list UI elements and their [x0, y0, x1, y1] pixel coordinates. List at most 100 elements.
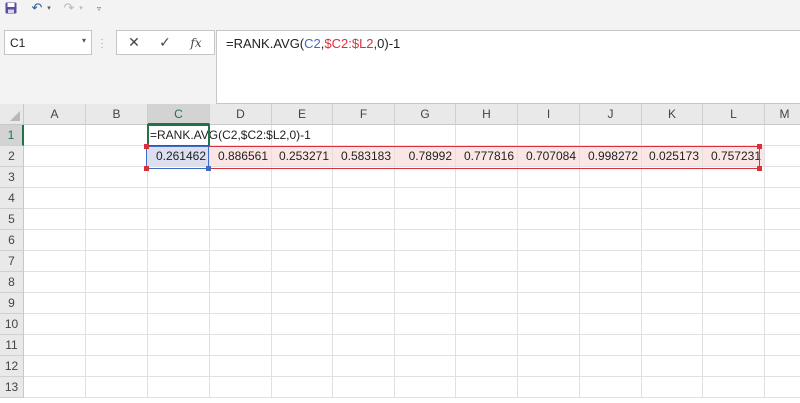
cell-h8[interactable]	[456, 272, 518, 293]
cell-g12[interactable]	[395, 356, 456, 377]
cell-g4[interactable]	[395, 188, 456, 209]
cell-c5[interactable]	[148, 209, 210, 230]
cell-d2[interactable]: 0.886561	[210, 146, 272, 167]
cell-a7[interactable]	[24, 251, 86, 272]
cell-a4[interactable]	[24, 188, 86, 209]
cell-d10[interactable]	[210, 314, 272, 335]
cell-l3[interactable]	[703, 167, 765, 188]
cell-g9[interactable]	[395, 293, 456, 314]
row-header-9[interactable]: 9	[0, 293, 24, 314]
cell-a12[interactable]	[24, 356, 86, 377]
cell-j5[interactable]	[580, 209, 642, 230]
cell-c3[interactable]	[148, 167, 210, 188]
row-header-3[interactable]: 3	[0, 167, 24, 188]
cell-c1[interactable]: =RANK.AVG(C2,$C2:$L2,0)-1	[148, 125, 311, 146]
cell-l4[interactable]	[703, 188, 765, 209]
column-header-h[interactable]: H	[456, 104, 518, 125]
cell-m6[interactable]	[765, 230, 800, 251]
cell-c7[interactable]	[148, 251, 210, 272]
row-header-5[interactable]: 5	[0, 209, 24, 230]
cell-j11[interactable]	[580, 335, 642, 356]
cell-f2[interactable]: 0.583183	[333, 146, 395, 167]
cell-d8[interactable]	[210, 272, 272, 293]
cell-k10[interactable]	[642, 314, 703, 335]
cell-f10[interactable]	[333, 314, 395, 335]
cell-e10[interactable]	[272, 314, 333, 335]
cell-m11[interactable]	[765, 335, 800, 356]
cell-m3[interactable]	[765, 167, 800, 188]
cell-i10[interactable]	[518, 314, 580, 335]
chevron-down-icon[interactable]: ▾	[82, 36, 86, 45]
cell-i1[interactable]	[518, 125, 580, 146]
cell-l5[interactable]	[703, 209, 765, 230]
column-header-a[interactable]: A	[24, 104, 86, 125]
cell-i7[interactable]	[518, 251, 580, 272]
cell-i13[interactable]	[518, 377, 580, 398]
row-header-12[interactable]: 12	[0, 356, 24, 377]
row-header-8[interactable]: 8	[0, 272, 24, 293]
cell-j4[interactable]	[580, 188, 642, 209]
undo-icon[interactable]: ↶	[30, 0, 44, 16]
cell-d6[interactable]	[210, 230, 272, 251]
cell-j6[interactable]	[580, 230, 642, 251]
cell-l8[interactable]	[703, 272, 765, 293]
cell-m1[interactable]	[765, 125, 800, 146]
cell-e7[interactable]	[272, 251, 333, 272]
range-handle[interactable]	[757, 166, 762, 171]
cell-l10[interactable]	[703, 314, 765, 335]
cell-g2[interactable]: 0.78992	[395, 146, 456, 167]
cell-m4[interactable]	[765, 188, 800, 209]
cell-m10[interactable]	[765, 314, 800, 335]
cell-f11[interactable]	[333, 335, 395, 356]
enter-icon[interactable]: ✓	[150, 31, 180, 54]
cell-e6[interactable]	[272, 230, 333, 251]
cell-c13[interactable]	[148, 377, 210, 398]
cell-c2[interactable]: 0.261462	[148, 146, 210, 167]
cell-m7[interactable]	[765, 251, 800, 272]
cell-k9[interactable]	[642, 293, 703, 314]
column-header-b[interactable]: B	[86, 104, 148, 125]
column-header-e[interactable]: E	[272, 104, 333, 125]
cell-k1[interactable]	[642, 125, 703, 146]
cell-e13[interactable]	[272, 377, 333, 398]
cell-h11[interactable]	[456, 335, 518, 356]
cell-b12[interactable]	[86, 356, 148, 377]
cell-c6[interactable]	[148, 230, 210, 251]
cell-a10[interactable]	[24, 314, 86, 335]
cell-g1[interactable]	[395, 125, 456, 146]
cell-e2[interactable]: 0.253271	[272, 146, 333, 167]
cell-b11[interactable]	[86, 335, 148, 356]
cell-h6[interactable]	[456, 230, 518, 251]
row-header-4[interactable]: 4	[0, 188, 24, 209]
range-handle[interactable]	[757, 144, 762, 149]
cell-i11[interactable]	[518, 335, 580, 356]
cell-f9[interactable]	[333, 293, 395, 314]
undo-dropdown-icon[interactable]: ▾	[45, 0, 53, 16]
cell-d13[interactable]	[210, 377, 272, 398]
cell-c11[interactable]	[148, 335, 210, 356]
cell-b4[interactable]	[86, 188, 148, 209]
cell-a3[interactable]	[24, 167, 86, 188]
cell-c9[interactable]	[148, 293, 210, 314]
cell-k8[interactable]	[642, 272, 703, 293]
cell-g5[interactable]	[395, 209, 456, 230]
cell-b10[interactable]	[86, 314, 148, 335]
cell-j9[interactable]	[580, 293, 642, 314]
cell-a2[interactable]	[24, 146, 86, 167]
cell-k6[interactable]	[642, 230, 703, 251]
range-handle[interactable]	[144, 166, 149, 171]
cell-d7[interactable]	[210, 251, 272, 272]
cell-b1[interactable]	[86, 125, 148, 146]
cell-h13[interactable]	[456, 377, 518, 398]
range-handle[interactable]	[144, 144, 149, 149]
cell-j12[interactable]	[580, 356, 642, 377]
insert-function-icon[interactable]: fx	[181, 31, 211, 54]
cell-d9[interactable]	[210, 293, 272, 314]
column-header-m[interactable]: M	[765, 104, 800, 125]
cell-h7[interactable]	[456, 251, 518, 272]
cell-m8[interactable]	[765, 272, 800, 293]
cell-g3[interactable]	[395, 167, 456, 188]
cell-i8[interactable]	[518, 272, 580, 293]
resize-handle-icon[interactable]: · · ·	[99, 35, 105, 53]
cell-a13[interactable]	[24, 377, 86, 398]
